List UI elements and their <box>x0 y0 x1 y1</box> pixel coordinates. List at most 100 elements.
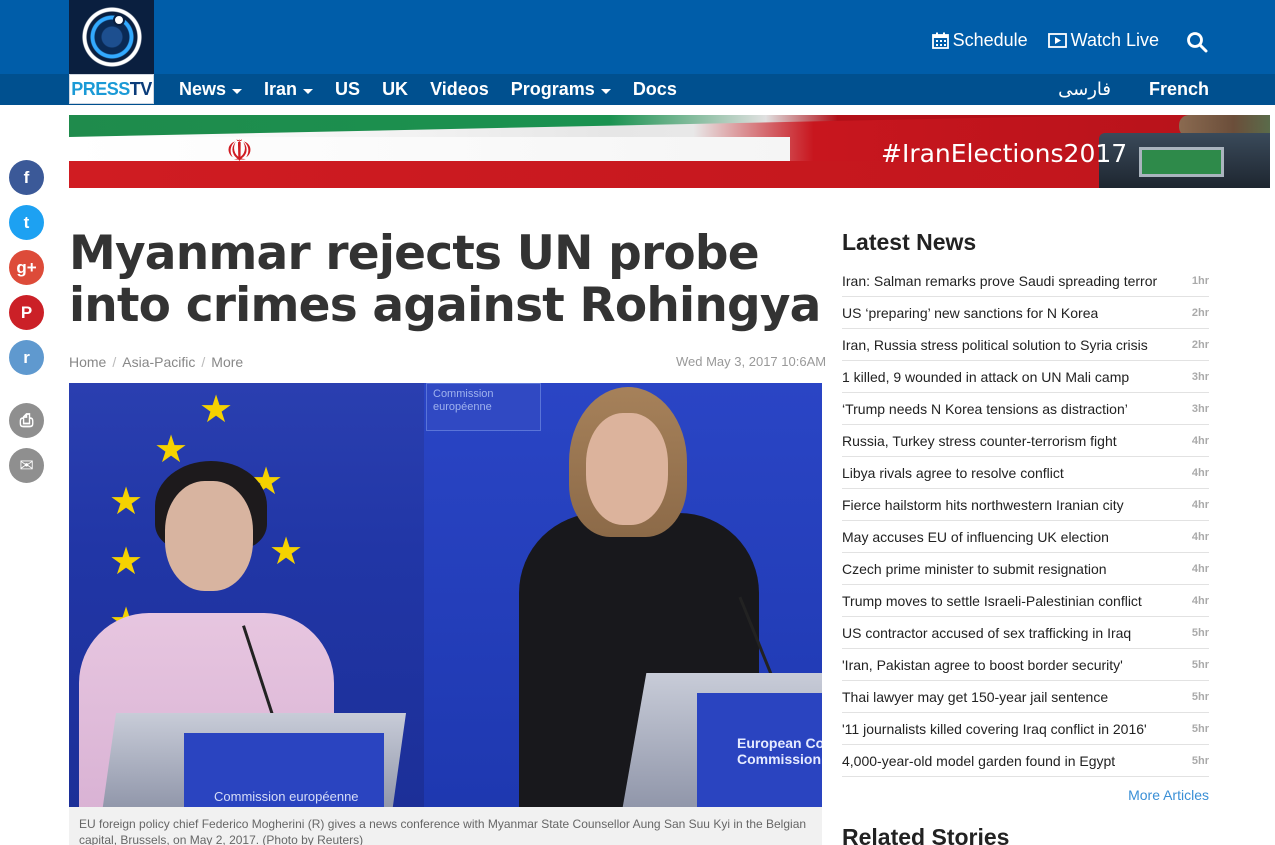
news-item-time: 4hr <box>1191 530 1209 543</box>
news-item[interactable]: ‘Trump needs N Korea tensions as distrac… <box>842 393 1209 425</box>
news-item-title: 1 killed, 9 wounded in attack on UN Mali… <box>842 368 1130 385</box>
schedule-label: Schedule <box>952 30 1028 50</box>
share-bar: f t g+ P r ⎙ ✉ <box>9 160 44 493</box>
facebook-icon: f <box>23 167 30 187</box>
news-item-time: 5hr <box>1191 690 1209 703</box>
news-item-time: 2hr <box>1191 338 1209 351</box>
language-french-link[interactable]: French <box>1149 79 1209 100</box>
news-item[interactable]: Fierce hailstorm hits northwestern Irani… <box>842 489 1209 521</box>
latest-news: Latest News Iran: Salman remarks prove S… <box>842 227 1209 803</box>
news-item-time: 3hr <box>1191 402 1209 415</box>
reddit-icon: r <box>23 347 30 367</box>
article-headline: Myanmar rejects UN probe into crimes aga… <box>69 226 821 333</box>
more-articles-link[interactable]: More Articles <box>842 787 1209 803</box>
nav-item-docs[interactable]: Docs <box>633 79 677 100</box>
play-icon <box>1047 33 1067 48</box>
nav-label: Videos <box>430 79 489 99</box>
print-button[interactable]: ⎙ <box>9 403 44 438</box>
news-item-time: 5hr <box>1191 626 1209 639</box>
search-icon[interactable] <box>1186 31 1208 53</box>
news-item[interactable]: US ‘preparing’ new sanctions for N Korea… <box>842 297 1209 329</box>
news-item[interactable]: Czech prime minister to submit resignati… <box>842 553 1209 585</box>
nav-item-programs[interactable]: Programs <box>511 79 611 100</box>
ballot-screen <box>1139 147 1224 177</box>
news-item-time: 1hr <box>1191 274 1209 287</box>
language-farsi-link[interactable]: فارسی <box>1058 79 1111 100</box>
logo-emblem <box>69 0 154 74</box>
pinterest-share-button[interactable]: P <box>9 295 44 330</box>
news-item-title: Fierce hailstorm hits northwestern Irani… <box>842 496 1124 513</box>
news-item-time: 4hr <box>1191 466 1209 479</box>
breadcrumb-more[interactable]: More <box>211 354 243 370</box>
podium-right-text: European Co Commission <box>737 735 822 767</box>
presstv-logo[interactable]: PRESSTV <box>69 0 154 104</box>
twitter-share-button[interactable]: t <box>9 205 44 240</box>
breadcrumb-asia-pacific[interactable]: Asia-Pacific <box>122 354 195 370</box>
news-item-title: Russia, Turkey stress counter-terrorism … <box>842 432 1117 449</box>
breadcrumb-separator: / <box>201 354 206 370</box>
nav-item-us[interactable]: US <box>335 79 360 100</box>
nav-label: UK <box>382 79 409 99</box>
eu-star-icon: ★ <box>109 541 144 583</box>
iran-emblem-icon: ☫ <box>226 135 253 168</box>
photo-sign: Commission européenne <box>426 383 541 431</box>
news-item-title: ‘Trump needs N Korea tensions as distrac… <box>842 400 1128 417</box>
news-item[interactable]: Libya rivals agree to resolve conflict 4h… <box>842 457 1209 489</box>
news-item[interactable]: 1 killed, 9 wounded in attack on UN Mali… <box>842 361 1209 393</box>
watch-live-label: Watch Live <box>1070 30 1159 50</box>
podium-left-front: Commission européenne <box>184 733 384 807</box>
nav-item-news[interactable]: News <box>179 79 243 100</box>
news-item-time: 5hr <box>1191 722 1209 735</box>
google-plus-share-button[interactable]: g+ <box>9 250 44 285</box>
reddit-share-button[interactable]: r <box>9 340 44 375</box>
news-item[interactable]: Trump moves to settle Israeli-Palestinia… <box>842 585 1209 617</box>
news-item-title: Trump moves to settle Israeli-Palestinia… <box>842 592 1142 609</box>
logo-wordmark: PRESSTV <box>69 74 154 104</box>
breadcrumb-home[interactable]: Home <box>69 354 106 370</box>
google-plus-icon: g+ <box>16 257 37 277</box>
news-item[interactable]: US contractor accused of sex trafficking… <box>842 617 1209 649</box>
photo-caption: EU foreign policy chief Federico Mogheri… <box>69 807 822 845</box>
news-item[interactable]: 'Iran, Pakistan agree to boost border se… <box>842 649 1209 681</box>
news-item-title: Thai lawyer may get 150-year jail senten… <box>842 688 1109 705</box>
article-date: Wed May 3, 2017 10:6AM <box>676 354 827 369</box>
print-icon: ⎙ <box>19 410 34 430</box>
schedule-link[interactable]: Schedule <box>931 30 1028 51</box>
email-button[interactable]: ✉ <box>9 448 44 483</box>
nav-item-videos[interactable]: Videos <box>430 79 489 100</box>
language-links: فارسی French <box>1058 74 1209 105</box>
news-item[interactable]: Russia, Turkey stress counter-terrorism … <box>842 425 1209 457</box>
related-stories-title: Related Stories <box>842 824 1010 845</box>
election-banner[interactable]: ☫ #IranElections2017 <box>69 115 1270 188</box>
news-item[interactable]: '11 journalists killed covering Iraq con… <box>842 713 1209 745</box>
news-item-time: 4hr <box>1191 594 1209 607</box>
logo-text-press: PRESS <box>71 79 130 99</box>
news-item[interactable]: Iran, Russia stress political solution t… <box>842 329 1209 361</box>
nav-label: Programs <box>510 79 595 99</box>
email-icon: ✉ <box>19 455 34 475</box>
news-item[interactable]: 4,000-year-old model garden found in Egy… <box>842 745 1209 777</box>
nav-item-iran[interactable]: Iran <box>264 79 314 100</box>
eu-star-icon: ★ <box>199 389 234 431</box>
twitter-icon: t <box>23 212 30 232</box>
news-item[interactable]: Thai lawyer may get 150-year jail senten… <box>842 681 1209 713</box>
banner-hashtag: #IranElections2017 <box>881 139 1128 168</box>
nav-label: Iran <box>264 79 298 99</box>
article-photo[interactable]: Commission européenne ★ ★ ★ ★ ★ ★ ★ Comm… <box>69 383 822 807</box>
news-item-time: 4hr <box>1191 498 1209 511</box>
nav-item-uk[interactable]: UK <box>382 79 408 100</box>
share-gap <box>9 385 44 403</box>
logo-circle <box>81 6 143 68</box>
news-item-title: May accuses EU of influencing UK electio… <box>842 528 1109 545</box>
logo-text-tv: TV <box>129 79 153 99</box>
watch-live-link[interactable]: Watch Live <box>1047 30 1159 51</box>
news-item-title: US ‘preparing’ new sanctions for N Korea <box>842 304 1099 321</box>
facebook-share-button[interactable]: f <box>9 160 44 195</box>
news-item[interactable]: Iran: Salman remarks prove Saudi spreadi… <box>842 265 1209 297</box>
nav-label: Docs <box>632 79 677 99</box>
news-item[interactable]: May accuses EU of influencing UK electio… <box>842 521 1209 553</box>
nav-label: News <box>179 79 227 99</box>
news-item-time: 5hr <box>1191 754 1209 767</box>
breadcrumb: Home / Asia-Pacific / More <box>69 354 243 370</box>
nav-label: US <box>335 79 361 99</box>
